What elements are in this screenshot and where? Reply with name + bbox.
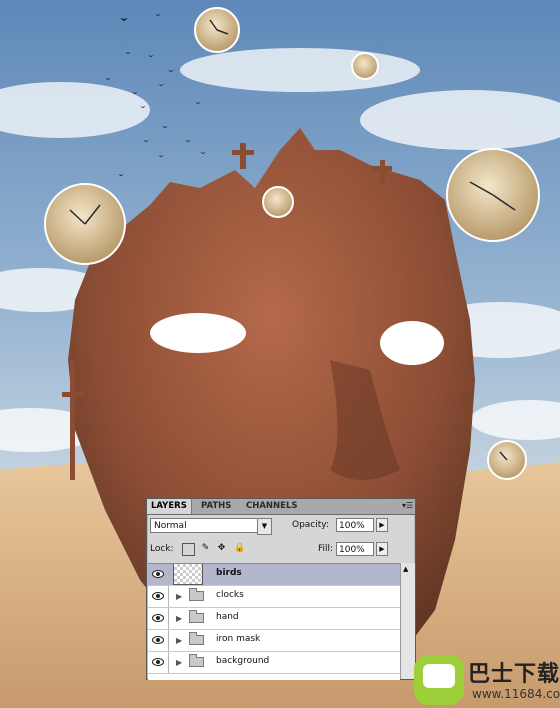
layer-row-birds[interactable]: birds	[148, 564, 400, 586]
watermark: 巴士下载 www.11684.com	[414, 653, 560, 708]
opacity-label: Opacity:	[292, 520, 329, 530]
lock-all-icon[interactable]: 🔒	[234, 543, 245, 554]
folder-icon	[189, 632, 204, 645]
lock-paint-icon[interactable]: ✎	[200, 543, 211, 554]
watermark-logo-icon	[414, 655, 464, 705]
layers-panel: LAYERS PATHS CHANNELS ▾☰ Normal ▼ Opacit…	[146, 498, 416, 680]
lock-label: Lock:	[150, 544, 174, 554]
expand-triangle-icon[interactable]: ▶	[176, 636, 182, 645]
opacity-slider-arrow-icon[interactable]: ▶	[376, 518, 388, 532]
lock-transparency-icon[interactable]	[182, 543, 195, 556]
layer-row-background[interactable]: ▶ background	[148, 652, 400, 674]
visibility-eye-icon[interactable]	[148, 652, 169, 673]
blend-row: Normal ▼ Opacity: 100% ▶	[150, 518, 412, 536]
fill-slider-arrow-icon[interactable]: ▶	[376, 542, 388, 556]
opacity-field[interactable]: 100%	[336, 518, 374, 532]
lock-row: Lock: ✎ ✥ 🔒 Fill: 100% ▶	[150, 542, 412, 560]
lock-position-icon[interactable]: ✥	[216, 543, 227, 554]
tab-paths[interactable]: PATHS	[197, 499, 235, 514]
tab-layers[interactable]: LAYERS	[147, 499, 192, 514]
folder-icon	[189, 588, 204, 601]
tab-channels[interactable]: CHANNELS	[242, 499, 302, 514]
panel-tab-bar: LAYERS PATHS CHANNELS ▾☰	[147, 499, 415, 515]
folder-icon	[189, 610, 204, 623]
layer-list-scrollbar[interactable]: ▲	[400, 563, 415, 679]
layer-row-hand[interactable]: ▶ hand	[148, 608, 400, 630]
watermark-title: 巴士下载	[468, 662, 560, 687]
visibility-eye-icon[interactable]	[148, 564, 169, 585]
fill-field[interactable]: 100%	[336, 542, 374, 556]
blend-mode-value: Normal	[154, 521, 187, 531]
watermark-url: www.11684.com	[472, 687, 560, 701]
layer-name: clocks	[216, 590, 244, 600]
layer-row-iron-mask[interactable]: ▶ iron mask	[148, 630, 400, 652]
layer-list: birds ▶ clocks ▶ hand ▶ iron mask ▶ back…	[148, 563, 400, 680]
layer-name: birds	[216, 568, 242, 578]
expand-triangle-icon[interactable]: ▶	[176, 592, 182, 601]
layer-name: hand	[216, 612, 239, 622]
expand-triangle-icon[interactable]: ▶	[176, 658, 182, 667]
layer-thumbnail	[173, 564, 203, 585]
chevron-down-icon[interactable]: ▼	[257, 518, 272, 535]
visibility-eye-icon[interactable]	[148, 586, 169, 607]
visibility-eye-icon[interactable]	[148, 608, 169, 629]
visibility-eye-icon[interactable]	[148, 630, 169, 651]
layer-name: background	[216, 656, 270, 666]
layer-row-clocks[interactable]: ▶ clocks	[148, 586, 400, 608]
expand-triangle-icon[interactable]: ▶	[176, 614, 182, 623]
blend-mode-select[interactable]: Normal ▼	[150, 518, 272, 535]
scroll-up-arrow-icon[interactable]: ▲	[403, 565, 408, 573]
fill-label: Fill:	[318, 544, 334, 554]
folder-icon	[189, 654, 204, 667]
layer-name: iron mask	[216, 634, 261, 644]
panel-menu-icon[interactable]: ▾☰	[402, 502, 413, 510]
